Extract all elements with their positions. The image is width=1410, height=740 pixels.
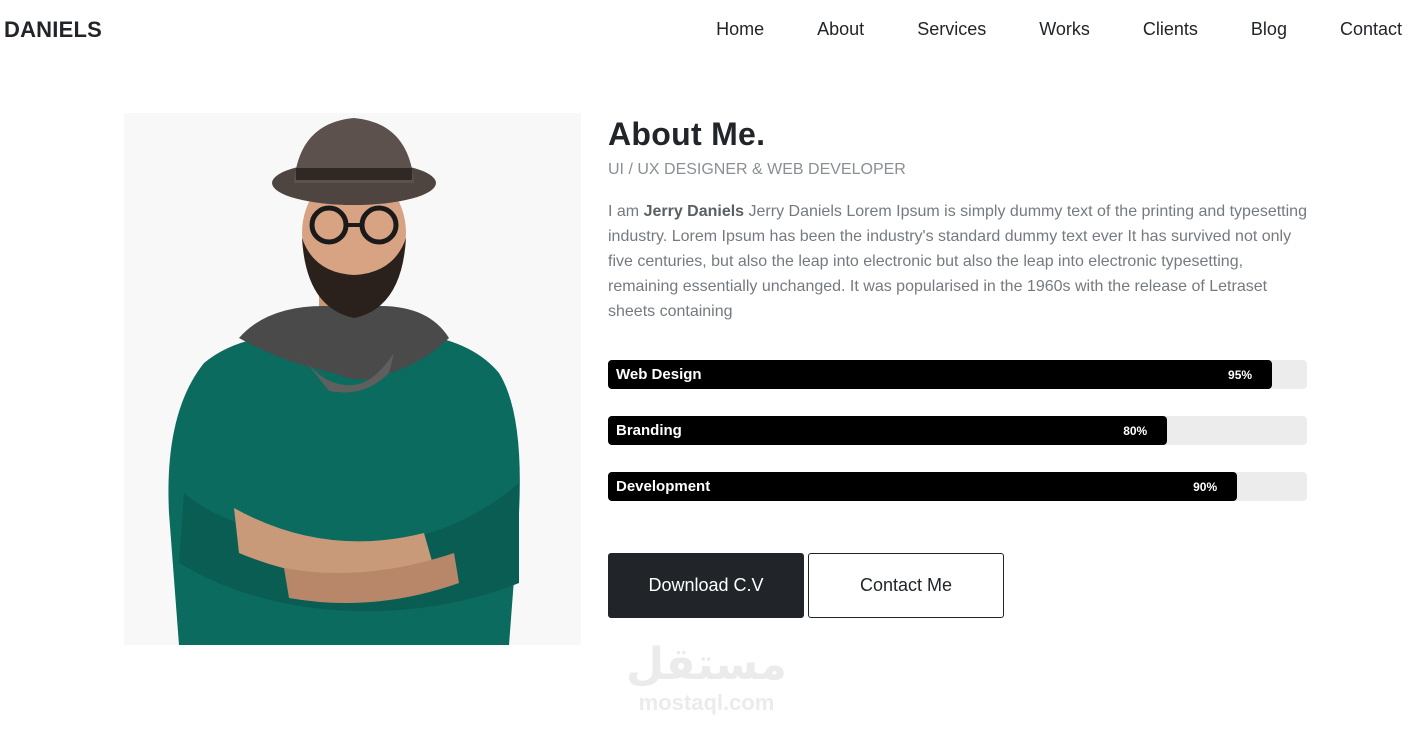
skill-fill [608,360,1273,389]
profile-photo [124,113,581,645]
navbar: DANIELS Home About Services Works Client… [0,0,1410,62]
nav-item-contact[interactable]: Contact [1340,19,1402,40]
skill-percent: 90% [1193,480,1218,494]
skill-bar-branding: Branding 80% [608,416,1307,445]
watermark-latin: mostaql.com [638,690,775,715]
skill-name: Branding [616,422,682,439]
brand-logo[interactable]: DANIELS [4,17,102,43]
portrait-illustration [168,118,520,645]
skill-name: Web Design [616,366,702,383]
about-title: About Me. [608,116,766,152]
main-nav: Home About Services Works Clients Blog C… [663,19,1402,40]
download-cv-button[interactable]: Download C.V [608,553,804,618]
watermark-arabic: مستقل [626,640,787,689]
contact-me-button[interactable]: Contact Me [808,553,1004,618]
bio-name: Jerry Daniels [643,203,745,220]
skill-fill [608,416,1168,445]
skill-bar-web-design: Web Design 95% [608,360,1307,389]
nav-item-clients[interactable]: Clients [1143,19,1198,40]
about-subtitle: UI / UX DESIGNER & WEB DEVELOPER [608,161,906,178]
about-bio: I am Jerry Daniels Jerry Daniels Lorem I… [608,199,1308,324]
bio-prefix: I am [608,203,644,220]
nav-item-works[interactable]: Works [1039,19,1090,40]
nav-item-about[interactable]: About [817,19,864,40]
about-section: About Me. UI / UX DESIGNER & WEB DEVELOP… [608,113,1308,324]
skills-list: Web Design 95% Branding 80% Development … [608,360,1307,528]
bio-text: Jerry Daniels Lorem Ipsum is simply dumm… [608,203,1307,320]
nav-item-home[interactable]: Home [716,19,764,40]
skill-percent: 95% [1228,368,1253,382]
skill-name: Development [616,478,711,495]
skill-bar-development: Development 90% [608,472,1307,501]
skill-percent: 80% [1123,424,1148,438]
nav-item-services[interactable]: Services [917,19,986,40]
watermark-logo: مستقل mostaql.com [619,640,794,730]
nav-item-blog[interactable]: Blog [1251,19,1287,40]
